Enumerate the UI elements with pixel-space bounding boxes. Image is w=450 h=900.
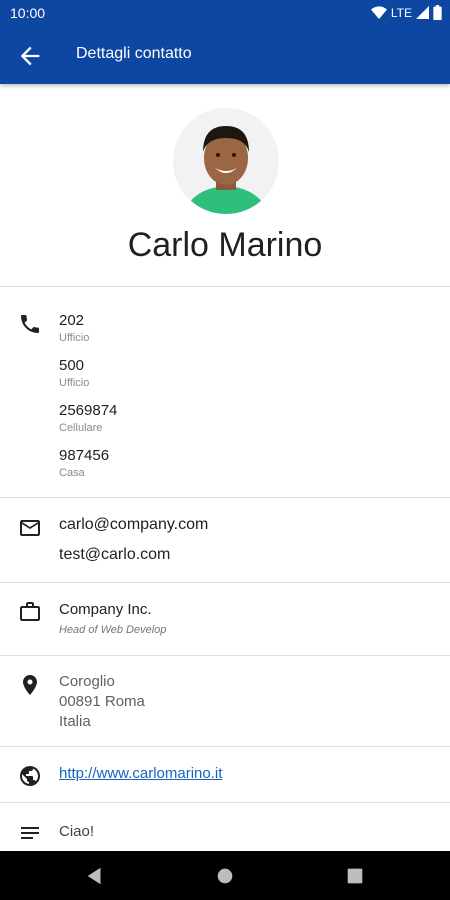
contact-name: Carlo Marino xyxy=(127,226,323,264)
address-line: 00891 Roma xyxy=(59,693,145,710)
network-type: LTE xyxy=(390,5,412,20)
address-line: Italia xyxy=(59,713,91,730)
note-section: Ciao! xyxy=(0,803,450,851)
notes-icon xyxy=(21,827,39,839)
website-section: http://www.carlomarino.it xyxy=(0,747,450,803)
navigation-bar xyxy=(0,851,450,900)
phone-type: Casa xyxy=(59,467,85,479)
phones-section: 202 Ufficio 500 Ufficio 2569874 Cellular… xyxy=(0,287,450,498)
battery-icon xyxy=(433,5,442,20)
email-address[interactable]: carlo@company.com xyxy=(59,516,434,546)
phone-item[interactable]: 500 Ufficio xyxy=(59,356,434,401)
status-bar: 10:00 LTE xyxy=(0,0,450,26)
company-section: Company Inc. Head of Web Develop xyxy=(0,583,450,656)
wifi-icon xyxy=(370,5,387,19)
phone-number: 202 xyxy=(59,312,85,329)
phone-item[interactable]: 987456 Casa xyxy=(59,446,434,491)
app-bar: Dettagli contatto xyxy=(0,26,450,84)
nav-back-icon[interactable] xyxy=(84,865,106,887)
phone-type: Ufficio xyxy=(59,332,90,344)
emails-section: carlo@company.com test@carlo.com xyxy=(0,498,450,583)
phone-type: Ufficio xyxy=(59,377,90,389)
phone-number: 2569874 xyxy=(59,402,118,419)
nav-recents-icon[interactable] xyxy=(344,865,366,887)
address-line: Coroglio xyxy=(59,673,115,690)
phone-number: 500 xyxy=(59,357,85,374)
status-icons: LTE xyxy=(370,5,442,20)
email-address[interactable]: test@carlo.com xyxy=(59,546,434,576)
avatar xyxy=(173,108,279,214)
contact-header: Carlo Marino xyxy=(0,84,450,287)
address-block[interactable]: Coroglio 00891 Roma Italia xyxy=(59,672,434,732)
status-time: 10:00 xyxy=(10,5,46,21)
phone-icon xyxy=(21,315,39,333)
location-pin-icon xyxy=(23,675,37,695)
job-title: Head of Web Develop xyxy=(59,624,167,636)
website-link[interactable]: http://www.carlomarino.it xyxy=(59,765,222,782)
briefcase-icon xyxy=(20,602,40,621)
company-name: Company Inc. xyxy=(59,601,152,618)
nav-home-icon[interactable] xyxy=(214,865,236,887)
phone-number: 987456 xyxy=(59,447,110,464)
phone-item[interactable]: 2569874 Cellulare xyxy=(59,401,434,446)
phone-item[interactable]: 202 Ufficio xyxy=(59,311,434,356)
note-text: Ciao! xyxy=(59,823,95,840)
phone-type: Cellulare xyxy=(59,422,103,434)
back-arrow-icon[interactable] xyxy=(16,42,44,70)
signal-icon xyxy=(416,6,429,19)
email-icon xyxy=(20,520,40,536)
address-section: Coroglio 00891 Roma Italia xyxy=(0,656,450,747)
globe-icon xyxy=(20,766,40,786)
page-title: Dettagli contatto xyxy=(76,45,192,62)
